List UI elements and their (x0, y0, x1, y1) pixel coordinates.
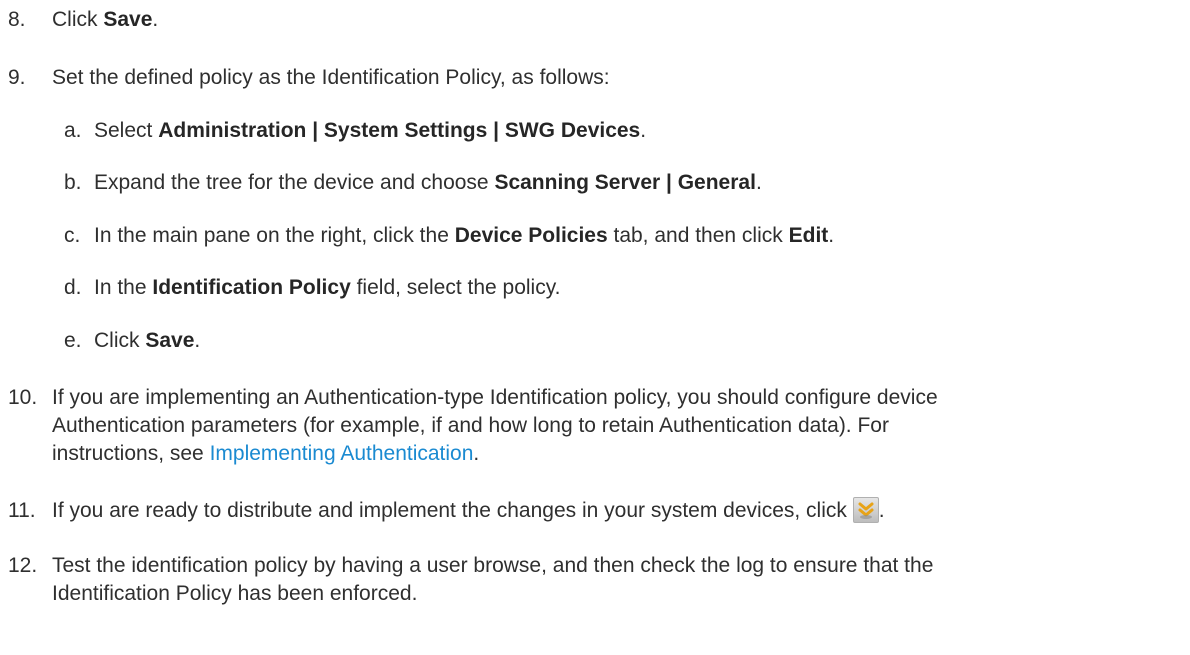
substep-text: In the Identification Policy field, sele… (94, 276, 561, 299)
step-8: 8. Click Save. (8, 6, 1180, 34)
substep-text: Expand the tree for the device and choos… (94, 171, 762, 194)
save-label: Save (103, 8, 153, 31)
substep-text: Select Administration | System Settings … (94, 119, 647, 142)
commit-changes-icon (858, 502, 874, 519)
substep-letter: a. (64, 119, 82, 142)
edit-label: Edit (788, 224, 829, 247)
substep-letter: d. (64, 276, 82, 299)
substep-letter: e. (64, 329, 82, 352)
step-number: 11. (8, 499, 36, 522)
step-11: 11. If you are ready to distribute and i… (8, 497, 1180, 525)
step-number: 9. (8, 66, 26, 89)
step-text: Click Save. (52, 8, 159, 31)
substep-letter: c. (64, 224, 81, 247)
menu-path-label: Administration | System Settings | SWG D… (158, 119, 641, 142)
commit-changes-button[interactable] (852, 497, 879, 523)
substep-letter: b. (64, 171, 82, 194)
step-9a: a. Select Administration | System Settin… (64, 117, 1180, 145)
step-text: If you are ready to distribute and imple… (52, 497, 885, 523)
step-12: 12. Test the identification policy by ha… (8, 552, 1180, 605)
device-policies-label: Device Policies (454, 224, 608, 247)
step-number: 12. (8, 554, 38, 577)
step-number: 10. (8, 386, 38, 409)
substep-text: In the main pane on the right, click the… (94, 224, 835, 247)
step-10: 10. If you are implementing an Authentic… (8, 384, 1180, 465)
step-9b: b. Expand the tree for the device and ch… (64, 169, 1180, 197)
step-9: 9. Set the defined policy as the Identif… (8, 64, 1180, 92)
step-9c: c. In the main pane on the right, click … (64, 222, 1180, 250)
step-number: 8. (8, 8, 26, 31)
save-label: Save (145, 329, 195, 352)
step-9e: e. Click Save. (64, 327, 1180, 355)
step-text: Test the identification policy by having… (52, 554, 934, 605)
step-text: If you are implementing an Authenticatio… (52, 386, 938, 465)
instructions-document: 8. Click Save. 9. Set the defined policy… (0, 0, 1190, 655)
step-text: Set the defined policy as the Identifica… (52, 66, 610, 89)
implementing-authentication-link[interactable]: Implementing Authentication (210, 442, 474, 465)
substep-text: Click Save. (94, 329, 201, 352)
tree-path-label: Scanning Server | General (494, 171, 756, 194)
identification-policy-label: Identification Policy (152, 276, 351, 299)
step-9d: d. In the Identification Policy field, s… (64, 274, 1180, 302)
